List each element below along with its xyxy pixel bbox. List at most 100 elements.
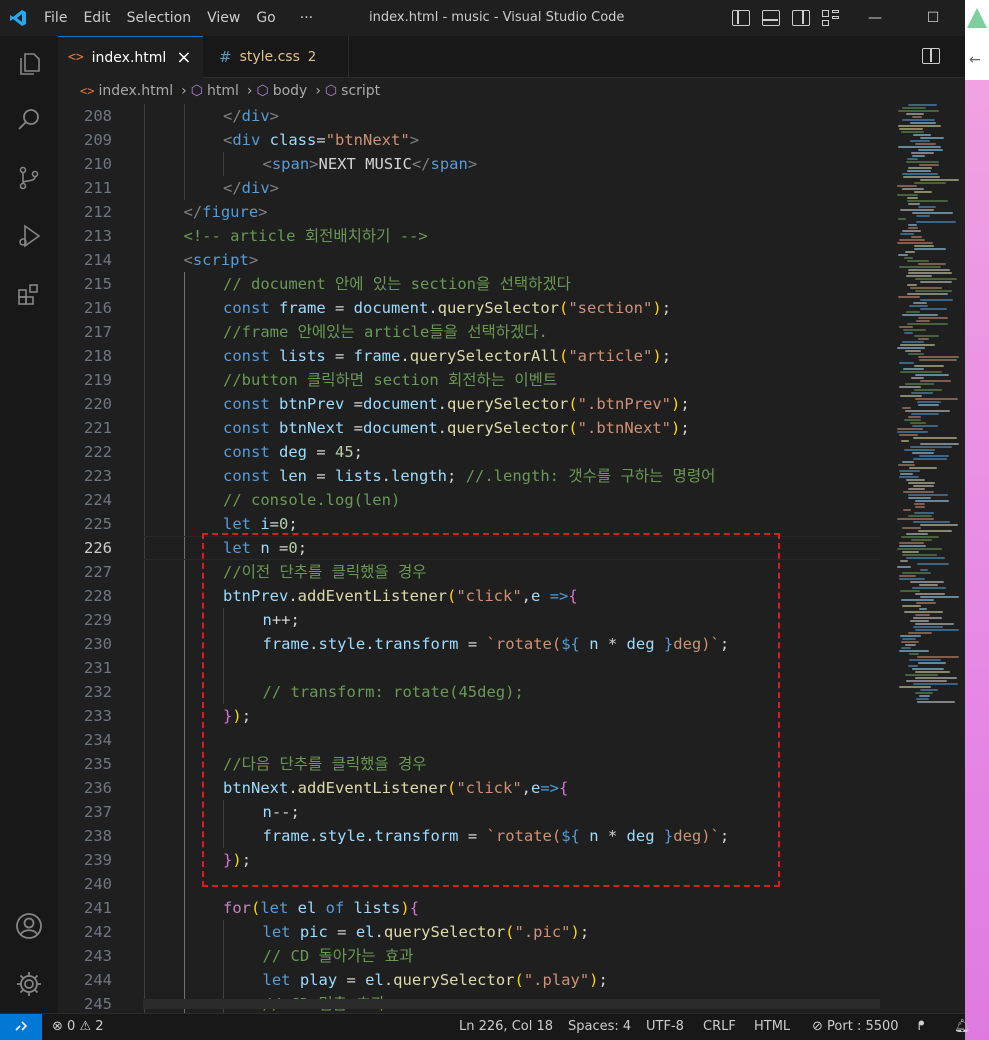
menu-edit[interactable]: Edit	[75, 0, 118, 36]
warning-count: 2	[95, 1019, 104, 1034]
run-debug-icon[interactable]	[13, 220, 45, 252]
maximize-button[interactable]: ☐	[910, 0, 956, 36]
extensions-icon[interactable]	[13, 278, 45, 310]
feedback-icon[interactable]: ᖰ	[918, 1014, 925, 1040]
remote-indicator-icon[interactable]	[0, 1014, 42, 1040]
code-token: frame	[279, 299, 326, 317]
notifications-bell-icon[interactable]: 🔔︎	[954, 1014, 971, 1040]
menu-go[interactable]: Go	[248, 0, 283, 36]
indentation[interactable]: Spaces: 4	[568, 1014, 631, 1040]
live-server-port[interactable]: ⊘ Port : 5500	[812, 1014, 899, 1040]
minimize-button[interactable]: —	[852, 0, 898, 36]
code-line[interactable]: 217 //frame 안에있는 article들을 선택하겠다.	[58, 320, 880, 344]
minimap-line	[899, 434, 918, 436]
minimap-line	[908, 104, 937, 106]
code-line[interactable]: 221 const btnNext =document.querySelector…	[58, 416, 880, 440]
code-line[interactable]: 241 for(let el of lists){	[58, 896, 880, 920]
code-line[interactable]: 208 </div>	[58, 104, 880, 128]
explorer-icon[interactable]	[13, 48, 45, 80]
horizontal-scrollbar[interactable]	[143, 999, 880, 1009]
minimap-line	[916, 221, 956, 223]
line-number: 242	[84, 923, 112, 941]
minimap-line	[905, 410, 950, 412]
close-icon[interactable]: ×	[176, 47, 191, 68]
code-line[interactable]: 244 let play = el.querySelector(".play");	[58, 968, 880, 992]
code-line[interactable]: 216 const frame = document.querySelector(…	[58, 296, 880, 320]
breadcrumb-script[interactable]: ⬡ script	[325, 83, 380, 99]
code-token: "article"	[568, 347, 653, 365]
toggle-panel-icon[interactable]	[762, 10, 780, 26]
problems-indicator[interactable]: ⊗ 0 ⚠ 2	[52, 1014, 104, 1040]
chevron-right-icon: ›	[315, 83, 321, 99]
code-token: ;	[661, 347, 672, 365]
code-line[interactable]: 210 <span>NEXT MUSIC</span>	[58, 152, 880, 176]
menu-selection[interactable]: Selection	[119, 0, 200, 36]
code-line[interactable]: 215 // document 안에 있는 section을 선택하겠다	[58, 272, 880, 296]
breadcrumb-html[interactable]: ⬡ html	[191, 83, 239, 99]
menu-more[interactable]: ···	[292, 0, 321, 36]
minimap-line	[899, 686, 931, 688]
minimap-line	[920, 137, 944, 139]
breadcrumb-file[interactable]: <> index.html	[80, 83, 173, 99]
code-token: >	[269, 179, 280, 197]
code-line[interactable]: 214 <script>	[58, 248, 880, 272]
code-line[interactable]: 222 const deg = 45;	[58, 440, 880, 464]
customize-layout-icon[interactable]	[822, 10, 840, 26]
toggle-secondary-sidebar-icon[interactable]	[792, 10, 810, 26]
menu-view[interactable]: View	[199, 0, 248, 36]
minimap-line	[912, 452, 934, 454]
line-number: 232	[84, 683, 112, 701]
error-count: 0	[67, 1019, 76, 1034]
symbol-element-icon: ⬡	[324, 83, 338, 99]
settings-gear-icon[interactable]	[13, 968, 45, 1000]
minimap-line	[906, 275, 932, 277]
code-line[interactable]: 220 const btnPrev =document.querySelector…	[58, 392, 880, 416]
cursor-position[interactable]: Ln 226, Col 18	[459, 1014, 553, 1040]
code-line[interactable]: 223 const len = lists.length; //.length: …	[58, 464, 880, 488]
chevron-right-icon: ›	[246, 83, 253, 99]
code-line[interactable]: 224 // console.log(len)	[58, 488, 880, 512]
end-of-line[interactable]: CRLF	[703, 1014, 736, 1040]
line-number: 212	[84, 203, 112, 221]
back-arrow-icon[interactable]: ←	[969, 52, 981, 68]
minimap-line	[904, 419, 921, 421]
tab-style-css[interactable]: # style.css 2	[203, 36, 349, 78]
minimap-line	[916, 602, 936, 604]
split-editor-icon[interactable]	[922, 48, 940, 64]
minimap-line	[911, 539, 932, 541]
code-line[interactable]: 213 <!-- article 회전배치하기 -->	[58, 224, 880, 248]
code-token: )	[671, 419, 681, 437]
minimap-line	[907, 293, 948, 295]
code-line[interactable]: 219 //button 클릭하면 section 회전하는 이벤트	[58, 368, 880, 392]
code-token: {	[409, 899, 420, 917]
line-number: 214	[84, 251, 112, 269]
minimap-line	[900, 590, 920, 592]
encoding[interactable]: UTF-8	[646, 1014, 684, 1040]
code-line[interactable]: 243 // CD 돌아가는 효과	[58, 944, 880, 968]
minimap-line	[916, 698, 929, 700]
account-icon[interactable]	[13, 910, 45, 942]
toggle-primary-sidebar-icon[interactable]	[732, 10, 750, 26]
minimap-line	[914, 503, 925, 505]
search-icon[interactable]	[13, 104, 45, 136]
menu-file[interactable]: File	[36, 0, 75, 36]
code-line[interactable]: 209 <div class="btnNext">	[58, 128, 880, 152]
minimap-line	[917, 701, 955, 703]
language-mode[interactable]: HTML	[754, 1014, 790, 1040]
problems-badge: 2	[307, 49, 317, 65]
symbol-element-icon: ⬡	[190, 83, 203, 99]
minimap-line	[901, 536, 939, 538]
code-token: play	[299, 971, 338, 989]
code-line[interactable]: 212 </figure>	[58, 200, 880, 224]
tab-index-html[interactable]: <> index.html ×	[58, 36, 203, 78]
source-control-icon[interactable]	[13, 162, 45, 194]
code-token: (	[559, 347, 569, 365]
minimap-line	[898, 296, 920, 298]
minimap[interactable]	[893, 104, 965, 1013]
line-number: 229	[84, 611, 112, 629]
code-line[interactable]: 218 const lists = frame.querySelectorAll(…	[58, 344, 880, 368]
breadcrumb-body[interactable]: ⬡ body	[256, 83, 307, 99]
code-line[interactable]: 242 let pic = el.querySelector(".pic");	[58, 920, 880, 944]
code-line[interactable]: 211 </div>	[58, 176, 880, 200]
minimap-line	[907, 158, 918, 160]
